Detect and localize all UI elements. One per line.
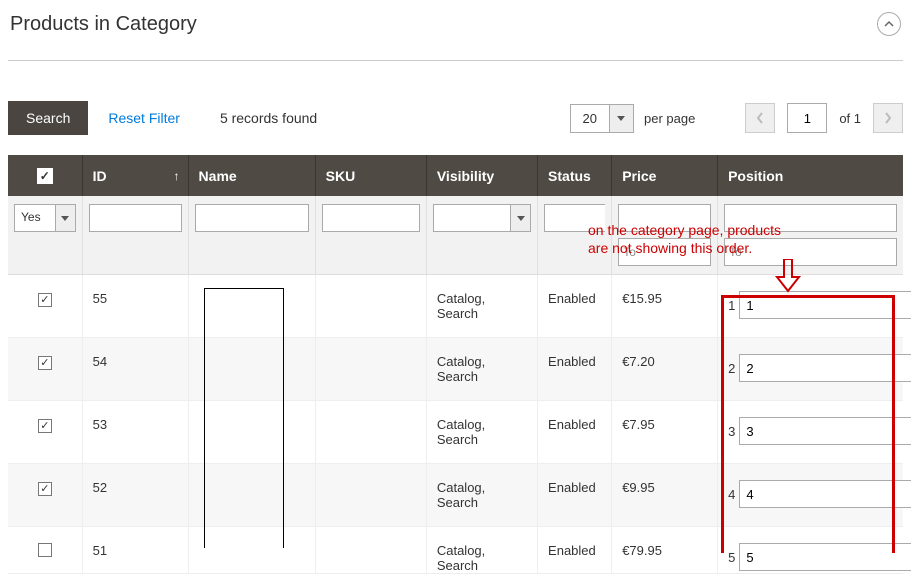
row-checkbox[interactable]: ✓ (38, 356, 52, 370)
filter-position-from-input[interactable] (724, 204, 897, 232)
grid-toolbar: Search Reset Filter 5 records found 20 p… (8, 101, 903, 135)
filter-sku-input[interactable] (322, 204, 420, 232)
row-checkbox[interactable]: ✓ (38, 293, 52, 307)
col-header-price[interactable]: Price (612, 155, 718, 196)
cell-price: €7.95 (612, 401, 718, 464)
select-all-checkbox[interactable]: ✓ (37, 168, 53, 184)
cell-status: Enabled (538, 338, 612, 401)
cell-id: 52 (82, 464, 188, 527)
filter-visibility-select[interactable] (433, 204, 531, 232)
cell-sku (315, 275, 426, 338)
cell-name (188, 464, 315, 527)
pager-current-input[interactable] (787, 103, 827, 133)
per-page-value: 20 (571, 105, 609, 132)
cell-visibility: Catalog, Search (426, 401, 537, 464)
pager: of 1 (745, 103, 903, 133)
cell-name (188, 275, 315, 338)
chevron-left-icon (756, 112, 764, 124)
cell-name (188, 527, 315, 574)
pager-next-button[interactable] (873, 103, 903, 133)
cell-name (188, 338, 315, 401)
filter-checkbox-select[interactable]: Yes (14, 204, 76, 232)
section-title: Products in Category (10, 13, 197, 36)
cell-sku (315, 464, 426, 527)
filter-price-from-input[interactable] (618, 204, 711, 232)
cell-status: Enabled (538, 401, 612, 464)
col-header-visibility[interactable]: Visibility (426, 155, 537, 196)
position-input[interactable] (739, 543, 911, 571)
row-checkbox[interactable]: ✓ (38, 419, 52, 433)
per-page-select[interactable]: 20 (570, 104, 634, 133)
pager-prev-button[interactable] (745, 103, 775, 133)
cell-visibility: Catalog, Search (426, 527, 537, 574)
cell-price: €9.95 (612, 464, 718, 527)
filter-price-to-input[interactable] (618, 238, 711, 266)
position-label: 3 (728, 424, 735, 439)
col-header-status[interactable]: Status (538, 155, 612, 196)
cell-price: €15.95 (612, 275, 718, 338)
dropdown-arrow-icon (510, 205, 530, 231)
filter-id-input[interactable] (89, 204, 182, 232)
row-checkbox[interactable]: ✓ (38, 482, 52, 496)
position-input[interactable] (739, 291, 911, 319)
position-label: 4 (728, 487, 735, 502)
position-label: 1 (728, 298, 735, 313)
reset-filter-link[interactable]: Reset Filter (108, 110, 180, 126)
position-input[interactable] (739, 417, 911, 445)
position-input[interactable] (739, 480, 911, 508)
chevron-up-icon (884, 19, 894, 29)
col-header-checkbox[interactable]: ✓ (8, 155, 82, 196)
cell-id: 54 (82, 338, 188, 401)
cell-price: €79.95 (612, 527, 718, 574)
pager-of-label: of 1 (839, 111, 861, 126)
position-label: 2 (728, 361, 735, 376)
sort-asc-icon: ↑ (174, 169, 180, 183)
collapse-toggle[interactable] (877, 12, 901, 36)
cell-status: Enabled (538, 527, 612, 574)
row-checkbox[interactable] (38, 543, 52, 557)
col-header-id[interactable]: ID ↑ (82, 155, 188, 196)
filter-status-select[interactable] (544, 204, 605, 232)
col-header-position[interactable]: Position (718, 155, 903, 196)
cell-price: €7.20 (612, 338, 718, 401)
position-input[interactable] (739, 354, 911, 382)
cell-sku (315, 527, 426, 574)
filter-position-to-input[interactable] (724, 238, 897, 266)
cell-name (188, 401, 315, 464)
cell-visibility: Catalog, Search (426, 275, 537, 338)
products-grid: ✓ ID ↑ Name SKU Visibility Status Price … (8, 155, 903, 574)
cell-id: 53 (82, 401, 188, 464)
cell-sku (315, 338, 426, 401)
position-label: 5 (728, 550, 735, 565)
cell-sku (315, 401, 426, 464)
chevron-right-icon (884, 112, 892, 124)
filter-name-input[interactable] (195, 204, 309, 232)
col-header-sku[interactable]: SKU (315, 155, 426, 196)
cell-status: Enabled (538, 275, 612, 338)
dropdown-arrow-icon (55, 205, 75, 231)
cell-visibility: Catalog, Search (426, 338, 537, 401)
search-button[interactable]: Search (8, 101, 88, 135)
dropdown-arrow-icon (609, 105, 633, 132)
col-header-name[interactable]: Name (188, 155, 315, 196)
cell-id: 51 (82, 527, 188, 574)
section-header: Products in Category (8, 8, 903, 61)
records-found-label: 5 records found (220, 110, 317, 126)
cell-status: Enabled (538, 464, 612, 527)
per-page-group: 20 per page (570, 104, 696, 133)
cell-visibility: Catalog, Search (426, 464, 537, 527)
cell-id: 55 (82, 275, 188, 338)
per-page-label: per page (644, 111, 695, 126)
